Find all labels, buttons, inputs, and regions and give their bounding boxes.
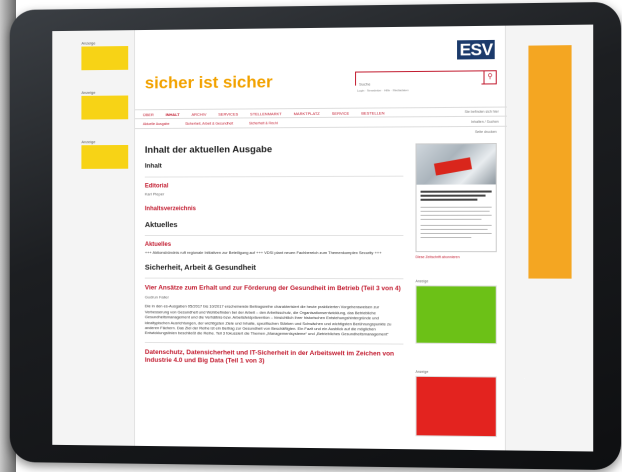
print-link[interactable]: Seite drucken bbox=[475, 130, 497, 134]
ad-label: Anzeige bbox=[415, 369, 429, 374]
cover-text-line bbox=[420, 224, 492, 226]
divider bbox=[144, 175, 404, 178]
aktuelles-teaser: +++ Aktionsbündnis ruft regionale Initia… bbox=[144, 249, 382, 256]
cover-text-line bbox=[420, 214, 492, 216]
cover-text-line bbox=[420, 232, 492, 234]
cover-headline-line bbox=[420, 194, 486, 197]
site-brand[interactable]: sicher ist sicher bbox=[145, 72, 273, 93]
header-sublinks[interactable]: Login · Newsletter · Hilfe · Mediadaten bbox=[357, 87, 499, 92]
nav-item-archiv[interactable]: Archiv bbox=[191, 111, 206, 116]
search-box: ⚲ bbox=[355, 70, 497, 91]
article-link[interactable]: Datenschutz, Datensicherheit und IT-Sich… bbox=[145, 349, 404, 367]
aktuelles-link[interactable]: Aktuelles bbox=[145, 242, 404, 248]
ad-banner-3[interactable] bbox=[81, 144, 129, 169]
cover-text-line bbox=[420, 210, 490, 212]
tablet-screen: Anzeige Anzeige Anzeige ESV sicher ist s… bbox=[52, 24, 594, 452]
divider bbox=[144, 341, 404, 345]
ad-label: Anzeige bbox=[415, 279, 429, 284]
toc-link[interactable]: Inhaltsverzeichnis bbox=[145, 206, 404, 212]
cover-headline-line bbox=[420, 190, 492, 193]
article-teaser: Die in den es-Ausgaben 05/2017 bis 10/20… bbox=[144, 303, 392, 337]
editorial-link[interactable]: Editorial bbox=[145, 183, 404, 189]
nav-item-ueber[interactable]: Über bbox=[143, 112, 154, 117]
ad-banner-green[interactable] bbox=[415, 285, 497, 345]
right-sidebar: Diese Zeitschrift abonnieren Anzeige Anz… bbox=[415, 142, 499, 438]
sub-nav: Aktuelle Ausgabe Sicherheit, Arbeit & Ge… bbox=[135, 117, 507, 130]
article-author: Gudrun Faller bbox=[144, 294, 169, 300]
search-icon[interactable]: ⚲ bbox=[483, 71, 496, 84]
cover-text-line bbox=[420, 218, 482, 220]
subnav-search-link[interactable]: Inhalten / Suchen bbox=[471, 120, 499, 124]
ad-label: Anzeige bbox=[81, 40, 96, 46]
ad-banner-red[interactable] bbox=[415, 375, 497, 438]
cover-headline-line bbox=[420, 198, 478, 201]
editorial-author: Karl Pieper bbox=[144, 191, 165, 197]
nav-item-marktplatz[interactable]: Marktplatz bbox=[294, 110, 320, 115]
subscribe-link[interactable]: Diese Zeitschrift abonnieren bbox=[416, 255, 499, 259]
nav-breadcrumb-hint: Sie befinden sich hier bbox=[464, 109, 499, 114]
cover-text-line bbox=[420, 206, 492, 208]
divider bbox=[144, 234, 404, 236]
page-title: Inhalt der aktuellen Ausgabe bbox=[144, 144, 273, 156]
section-heading-sicherheit: Sicherheit, Arbeit & Gesundheit bbox=[144, 263, 256, 273]
section-heading-aktuelles: Aktuelles bbox=[144, 220, 178, 230]
skyscraper-ad[interactable] bbox=[528, 45, 572, 279]
article-link[interactable]: Vier Ansätze zum Erhalt und zur Förderun… bbox=[145, 285, 404, 294]
publisher-logo[interactable]: ESV bbox=[457, 39, 495, 61]
divider bbox=[144, 277, 404, 280]
subnav-aktuelle-ausgabe[interactable]: Aktuelle Ausgabe bbox=[143, 122, 170, 126]
ad-label: Anzeige bbox=[81, 89, 96, 95]
nav-item-bestellen[interactable]: Bestellen bbox=[361, 110, 384, 115]
section-heading-inhalt: Inhalt bbox=[144, 162, 162, 170]
ad-label: Anzeige bbox=[81, 139, 96, 145]
ad-banner-1[interactable] bbox=[81, 46, 129, 71]
subnav-sicherheit-recht[interactable]: Sicherheit & Recht bbox=[249, 121, 278, 125]
subnav-sicherheit-arbeit[interactable]: Sicherheit, Arbeit & Gesundheit bbox=[185, 122, 233, 126]
nav-item-services[interactable]: Services bbox=[218, 111, 238, 116]
ad-banner-2[interactable] bbox=[81, 95, 129, 120]
tablet-frame: Anzeige Anzeige Anzeige ESV sicher ist s… bbox=[9, 1, 622, 471]
cover-text-line bbox=[420, 228, 488, 230]
main-content: ESV sicher ist sicher ⚲ Login · Newslett… bbox=[134, 25, 507, 451]
nav-item-stellenmarkt[interactable]: Stellenmarkt bbox=[250, 111, 282, 116]
nav-item-service[interactable]: Service bbox=[332, 110, 350, 115]
left-ad-column: Anzeige Anzeige Anzeige bbox=[81, 40, 130, 189]
cover-text-line bbox=[420, 237, 472, 239]
article-area: Inhalt der aktuellen Ausgabe Inhalt Edit… bbox=[144, 143, 404, 368]
nav-item-inhalt[interactable]: Inhalt bbox=[166, 111, 180, 116]
magazine-cover[interactable] bbox=[415, 142, 497, 253]
